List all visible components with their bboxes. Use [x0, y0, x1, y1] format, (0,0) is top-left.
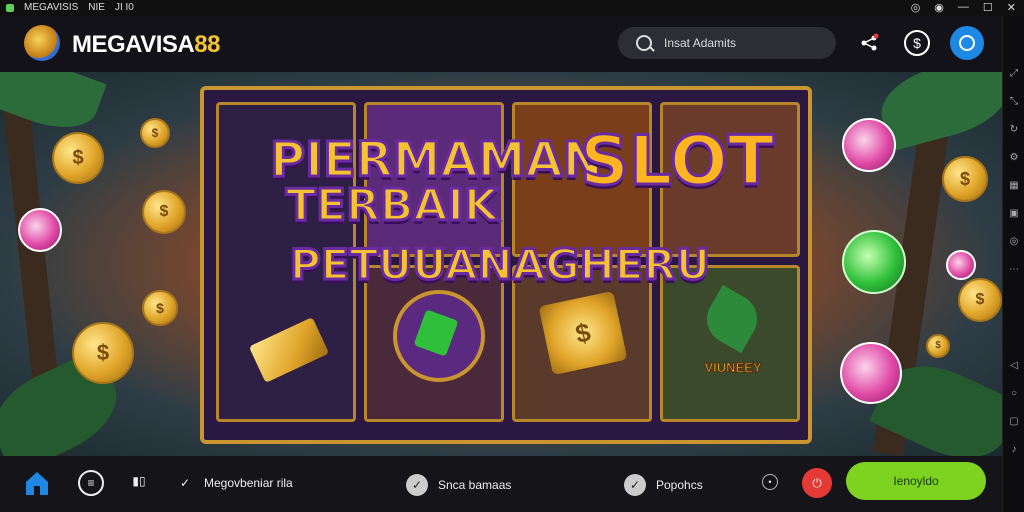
settings-icon[interactable]: ⚙ [1008, 152, 1020, 164]
nav-item-1[interactable]: ✓ Megovbeniar rila [176, 474, 293, 492]
nav-item-3-label: Popohcs [656, 478, 703, 492]
chart-icon: ▮▯ [132, 474, 146, 488]
hero-banner: $ $ $ $ $ $ $ $ $ VIUNEEY PIERMAMAN SLOT [0, 72, 1002, 456]
info-button[interactable]: • [762, 474, 778, 490]
info-icon: • [762, 474, 778, 490]
right-sidebar: ⤢ ⤡ ↻ ⚙ ▦ ▣ ◎ ⋯ ◁ ○ ▢ ♪ [1002, 16, 1024, 512]
settings-button[interactable]: ≡ [78, 470, 104, 496]
pink-chip-icon [18, 208, 62, 252]
symbol-label: VIUNEEY [704, 360, 762, 376]
logo-text[interactable]: MEGAVISA88 [72, 31, 220, 59]
pink-chip-icon [840, 342, 902, 404]
location-icon[interactable]: ◎ [1008, 236, 1020, 248]
recent-icon[interactable]: ▢ [1008, 416, 1020, 428]
logo-icon[interactable] [24, 25, 60, 61]
pink-chip-icon [946, 250, 976, 280]
expand-icon[interactable]: ⤢ [1008, 68, 1020, 80]
search-icon [636, 35, 652, 51]
nav-item-3[interactable]: ✓ Popohcs [624, 474, 703, 496]
minimize-button[interactable]: — [958, 1, 969, 14]
check-icon: ✓ [406, 474, 428, 496]
power-button[interactable]: ⏻ [802, 468, 832, 498]
gold-coin-icon: $ [926, 334, 950, 358]
nav-item-1-label: Megovbeniar rila [204, 476, 293, 490]
nav-item-2[interactable]: ✓ Snca bamaas [406, 474, 511, 496]
home-icon[interactable]: ○ [1008, 388, 1020, 400]
pink-chip-icon [842, 118, 896, 172]
back-icon[interactable]: ◁ [1008, 360, 1020, 372]
gold-coin-icon: $ [142, 290, 178, 326]
window-titlebar: MEGAVISIS NIE JI I0 ◎ ◉ — ☐ ✕ [0, 0, 1024, 16]
bottom-bar: ≡ ▮▯ ✓ Megovbeniar rila ✓ Snca bamaas ✓ … [0, 456, 1002, 512]
hero-title: PIERMAMAN SLOT TERBAIK PETUUANAGHERU [250, 121, 776, 312]
coin-icon[interactable]: $ [904, 30, 930, 56]
window-title: MEGAVISIS [24, 2, 79, 13]
power-icon: ⏻ [802, 468, 832, 498]
screenshot-icon[interactable]: ▣ [1008, 208, 1020, 220]
cta-button[interactable]: Ienoyldo [846, 462, 986, 500]
hero-title-slot: SLOT [578, 121, 775, 203]
green-chip-icon [842, 230, 906, 294]
gold-coin-icon: $ [942, 156, 988, 202]
check-icon: ✓ [179, 476, 191, 490]
check-icon: ✓ [624, 474, 646, 496]
window-title-extra: NIE [88, 2, 105, 13]
keyboard-icon[interactable]: ▦ [1008, 180, 1020, 192]
chat-icon[interactable] [950, 26, 984, 60]
home-icon [26, 472, 48, 495]
search-input[interactable]: Insat Adamits [618, 27, 836, 59]
volume-icon[interactable]: ♪ [1008, 444, 1020, 456]
top-nav: MEGAVISA88 Insat Adamits $ [0, 16, 1002, 72]
more-icon[interactable]: ⋯ [1008, 264, 1020, 276]
shrink-icon[interactable]: ⤡ [1008, 96, 1020, 108]
gold-coin-icon: $ [142, 190, 186, 234]
app-icon [6, 3, 14, 12]
gold-coin-icon: $ [958, 278, 1002, 322]
close-button[interactable]: ✕ [1007, 1, 1016, 14]
share-icon[interactable] [856, 30, 882, 56]
search-placeholder: Insat Adamits [664, 36, 737, 50]
window-title-extra2: JI I0 [114, 2, 134, 13]
hero-title-line3: PETUUANAGHERU [289, 239, 712, 291]
hero-title-line2: TERBAIK [284, 179, 499, 233]
gold-coin-icon: $ [140, 118, 170, 148]
sliders-icon: ≡ [78, 470, 104, 496]
logo-main: MEGAVISA [72, 31, 195, 58]
record-icon[interactable]: ◉ [934, 1, 944, 14]
nav-item-2-label: Snca bamaas [438, 478, 512, 492]
home-button[interactable] [22, 468, 52, 498]
stats-button[interactable]: ▮▯ [128, 470, 150, 492]
gold-coin-icon: $ [52, 132, 104, 184]
target-icon[interactable]: ◎ [911, 1, 921, 14]
logo-accent: 88 [194, 31, 220, 58]
gold-coin-icon: $ [72, 322, 134, 384]
rotate-icon[interactable]: ↻ [1008, 124, 1020, 136]
maximize-button[interactable]: ☐ [983, 1, 993, 14]
